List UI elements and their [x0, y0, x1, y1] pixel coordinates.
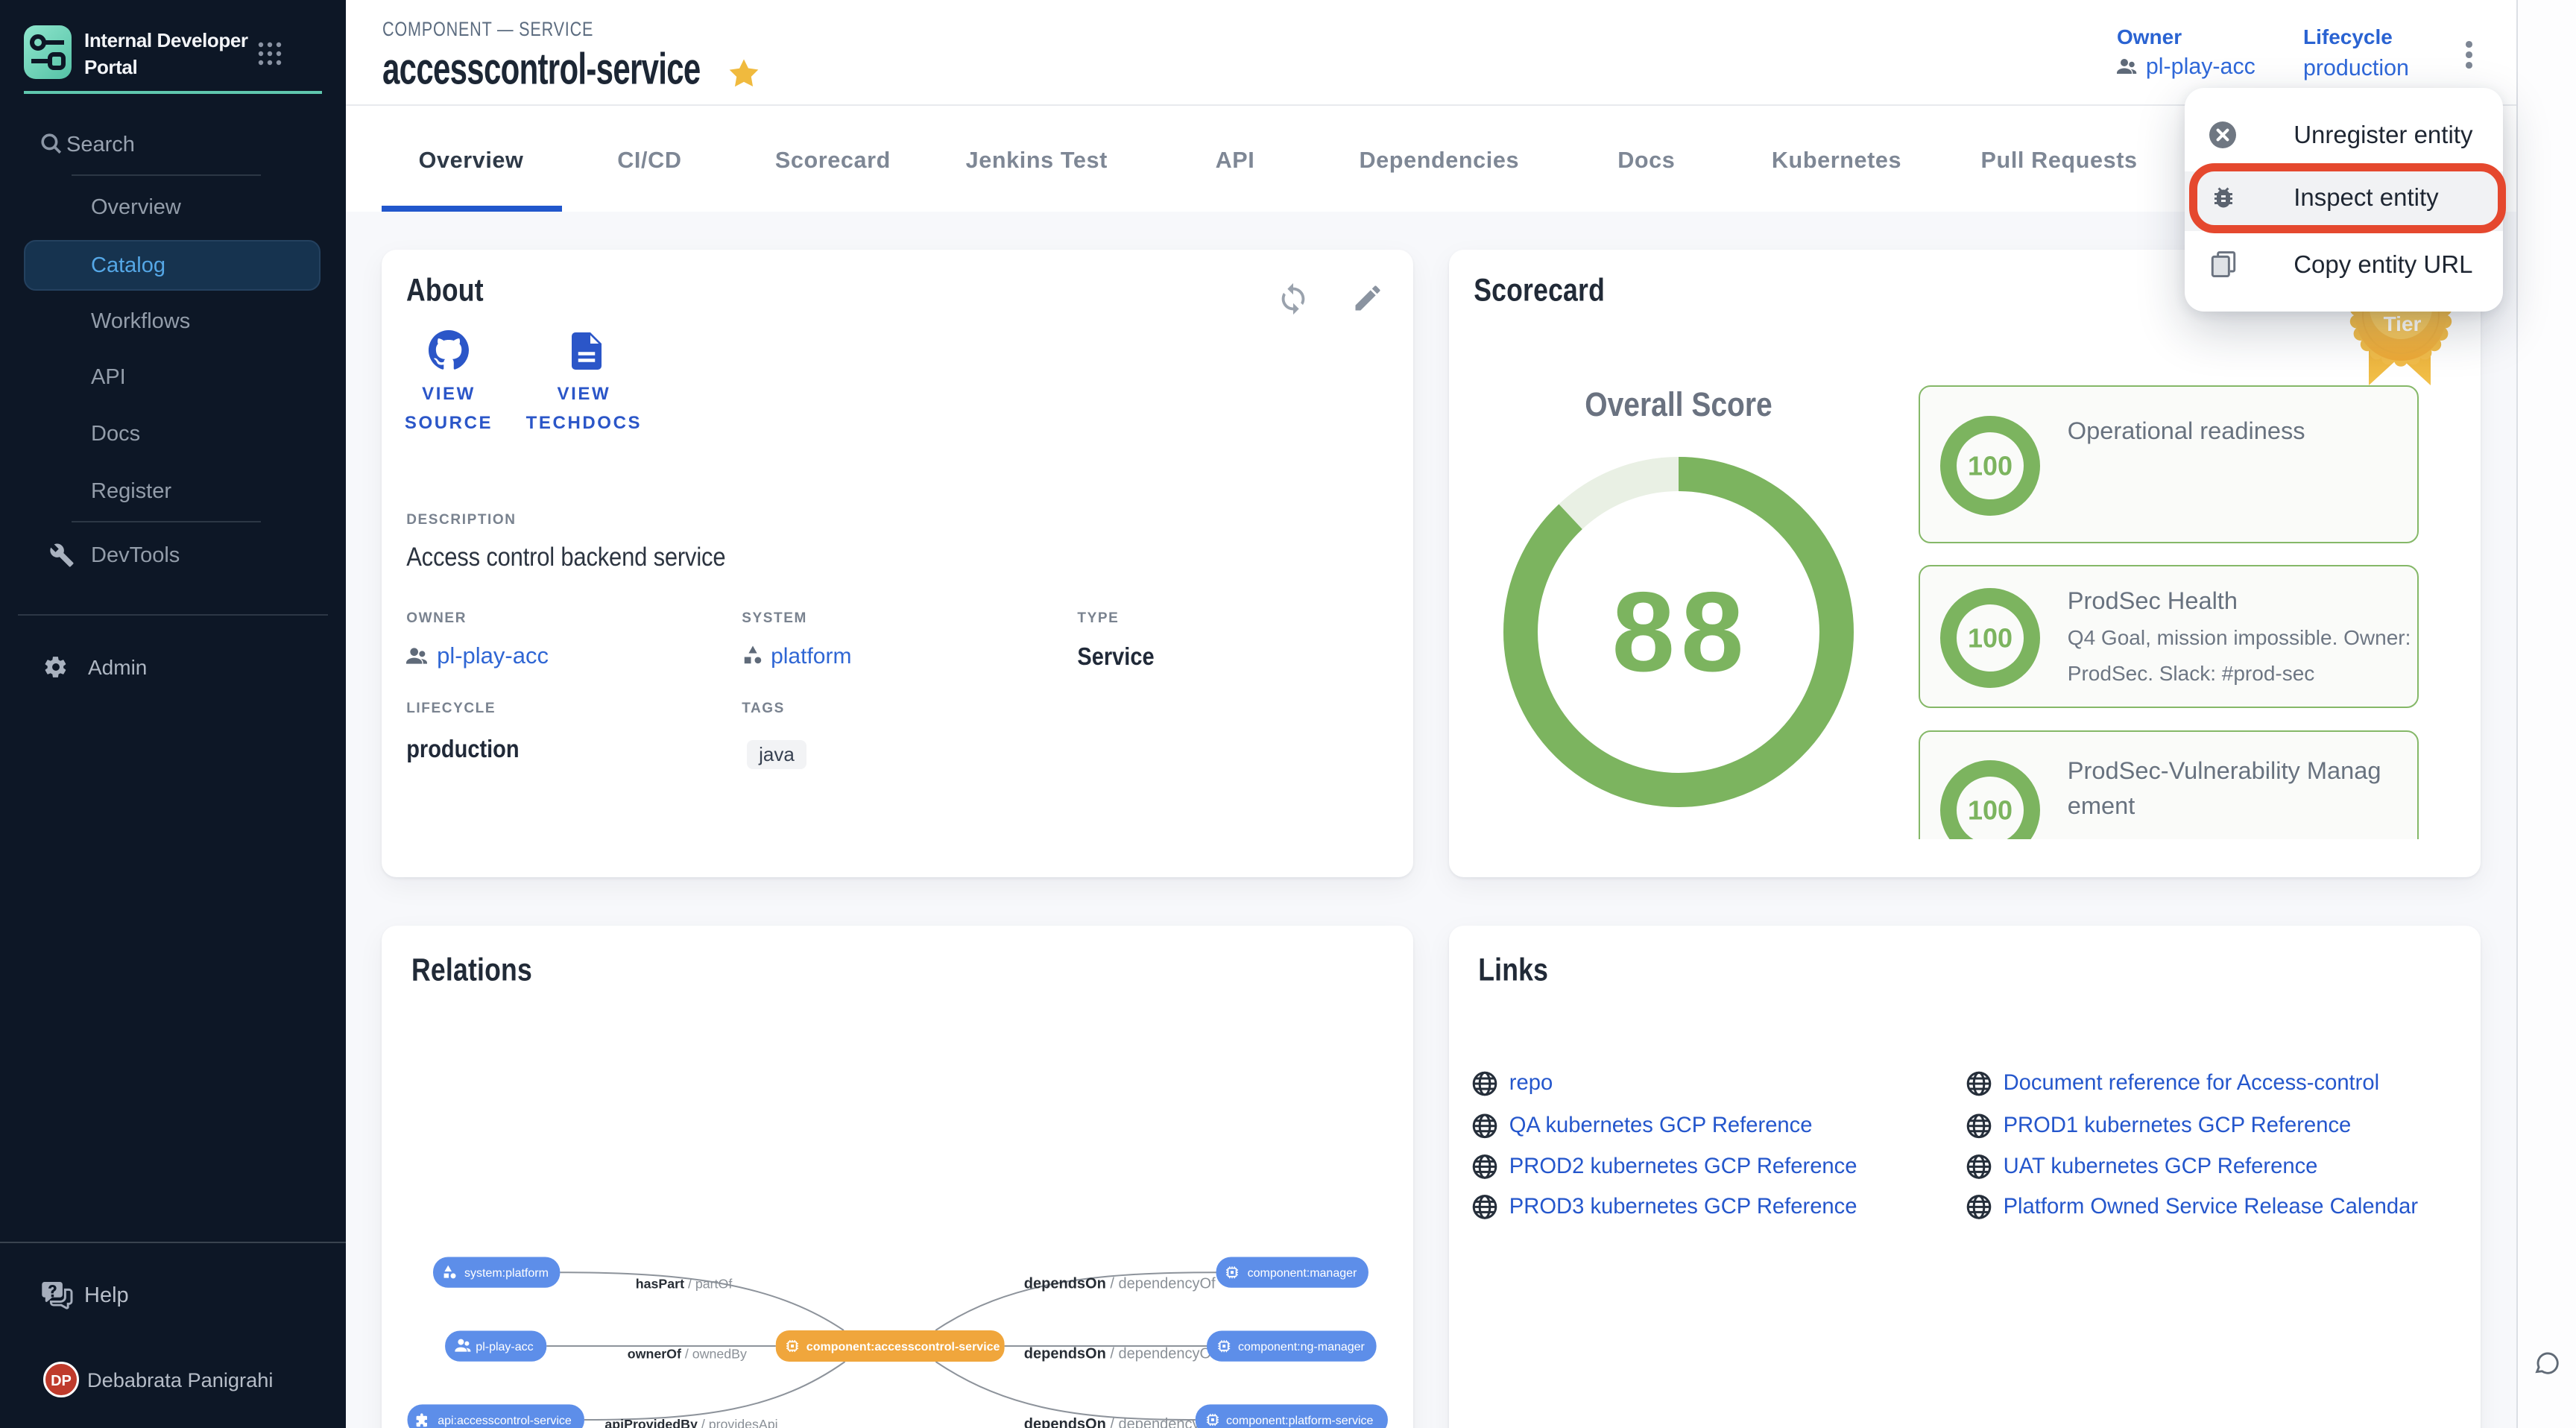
svg-text:api:accesscontrol-service: api:accesscontrol-service [438, 1415, 572, 1427]
svg-text:apiProvidedBy / providesApi: apiProvidedBy / providesApi [604, 1417, 777, 1428]
svg-text:dependsOn / dependencyOf: dependsOn / dependencyOf [1024, 1416, 1216, 1428]
svg-text:component:platform-service: component:platform-service [1226, 1415, 1374, 1427]
svg-text:component:ng-manager: component:ng-manager [1238, 1341, 1366, 1353]
svg-text:component:manager: component:manager [1248, 1267, 1357, 1280]
svg-text:system:platform: system:platform [464, 1267, 549, 1280]
svg-text:Tier: Tier [2384, 312, 2422, 335]
svg-text:100: 100 [1968, 623, 2012, 654]
svg-text:100: 100 [1968, 794, 2012, 825]
svg-text:100: 100 [1968, 451, 2012, 481]
svg-text:component:accesscontrol-servic: component:accesscontrol-service [806, 1341, 1000, 1353]
svg-text:pl-play-acc: pl-play-acc [476, 1341, 533, 1353]
svg-text:dependsOn / dependencyOf: dependsOn / dependencyOf [1024, 1276, 1216, 1292]
svg-text:dependsOn / dependencyOf: dependsOn / dependencyOf [1024, 1346, 1216, 1362]
svg-text:ownerOf / ownedBy: ownerOf / ownedBy [628, 1347, 747, 1362]
svg-text:hasPart / partOf: hasPart / partOf [636, 1277, 733, 1292]
svg-text:88: 88 [1612, 569, 1750, 695]
